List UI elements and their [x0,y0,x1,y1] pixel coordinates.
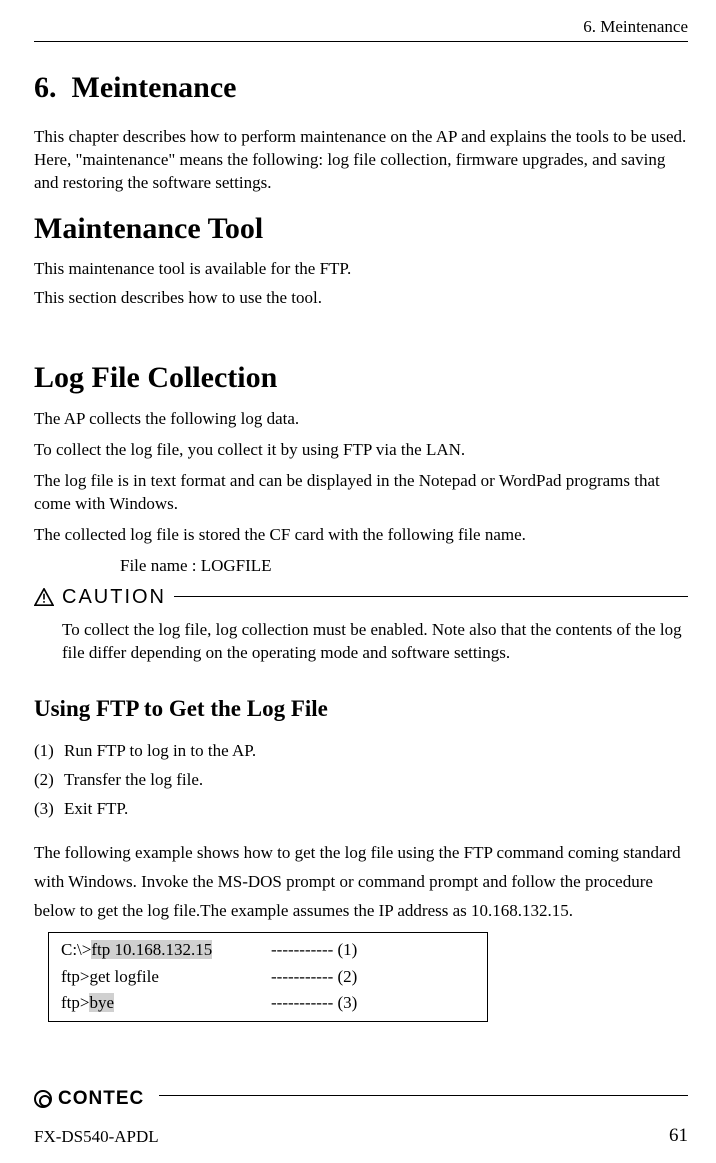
log-p4: The collected log file is stored the CF … [34,524,688,547]
caution-block: CAUTION To collect the log file, log col… [34,584,688,665]
command-box: C:\>ftp 10.168.132.15 ----------- (1) ft… [48,932,488,1023]
list-item: (2)Transfer the log file. [34,769,688,792]
brand-logo: CONTEC [34,1086,159,1112]
chapter-title: Meintenance [72,71,237,104]
model-number: FX-DS540-APDL [34,1126,159,1149]
example-paragraph: The following example shows how to get t… [34,839,688,926]
caution-body: To collect the log file, log collection … [34,613,688,665]
log-p3: The log file is in text format and can b… [34,470,688,516]
page-footer: CONTEC FX-DS540-APDL 61 [34,1095,688,1149]
cmd-prefix: C:\> [61,940,91,959]
chapter-heading: 6. Meintenance [34,68,688,109]
cmd-highlight: ftp 10.168.132.15 [91,940,212,959]
list-item: (3)Exit FTP. [34,798,688,821]
cmd-row: ftp>get logfile ----------- (2) [61,966,477,989]
caution-head: CAUTION [34,584,174,611]
cmd-marker: ----------- (3) [271,992,357,1015]
maintenance-p1: This maintenance tool is available for t… [34,258,688,281]
cmd-row: C:\>ftp 10.168.132.15 ----------- (1) [61,939,477,962]
step-num: (3) [34,798,64,821]
step-list: (1)Run FTP to log in to the AP. (2)Trans… [34,740,688,821]
step-num: (1) [34,740,64,763]
brand-text: CONTEC [58,1086,144,1112]
step-text: Run FTP to log in to the AP. [64,741,256,760]
cmd-marker: ----------- (1) [271,939,357,962]
step-text: Exit FTP. [64,799,128,818]
caution-label: CAUTION [62,584,166,611]
section-maintenance-tool: Maintenance Tool [34,209,688,250]
top-rule [34,41,688,42]
page-number: 61 [669,1123,688,1149]
cmd-row: ftp>bye ----------- (3) [61,992,477,1015]
cmd-prefix: ftp>get logfile [61,967,159,986]
section-log-file-collection: Log File Collection [34,358,688,399]
running-head: 6. Meintenance [34,0,688,41]
log-file-name: File name : LOGFILE [120,555,688,578]
cmd-marker: ----------- (2) [271,966,357,989]
contec-c-icon [34,1090,52,1108]
step-text: Transfer the log file. [64,770,203,789]
log-p2: To collect the log file, you collect it … [34,439,688,462]
step-num: (2) [34,769,64,792]
cmd-highlight: bye [89,993,114,1012]
subsection-using-ftp: Using FTP to Get the Log File [34,693,688,724]
log-p1: The AP collects the following log data. [34,408,688,431]
maintenance-p2: This section describes how to use the to… [34,287,688,310]
chapter-intro: This chapter describes how to perform ma… [34,126,688,195]
cmd-prefix: ftp> [61,993,89,1012]
list-item: (1)Run FTP to log in to the AP. [34,740,688,763]
chapter-number: 6. [34,71,57,104]
warning-icon [34,588,54,606]
